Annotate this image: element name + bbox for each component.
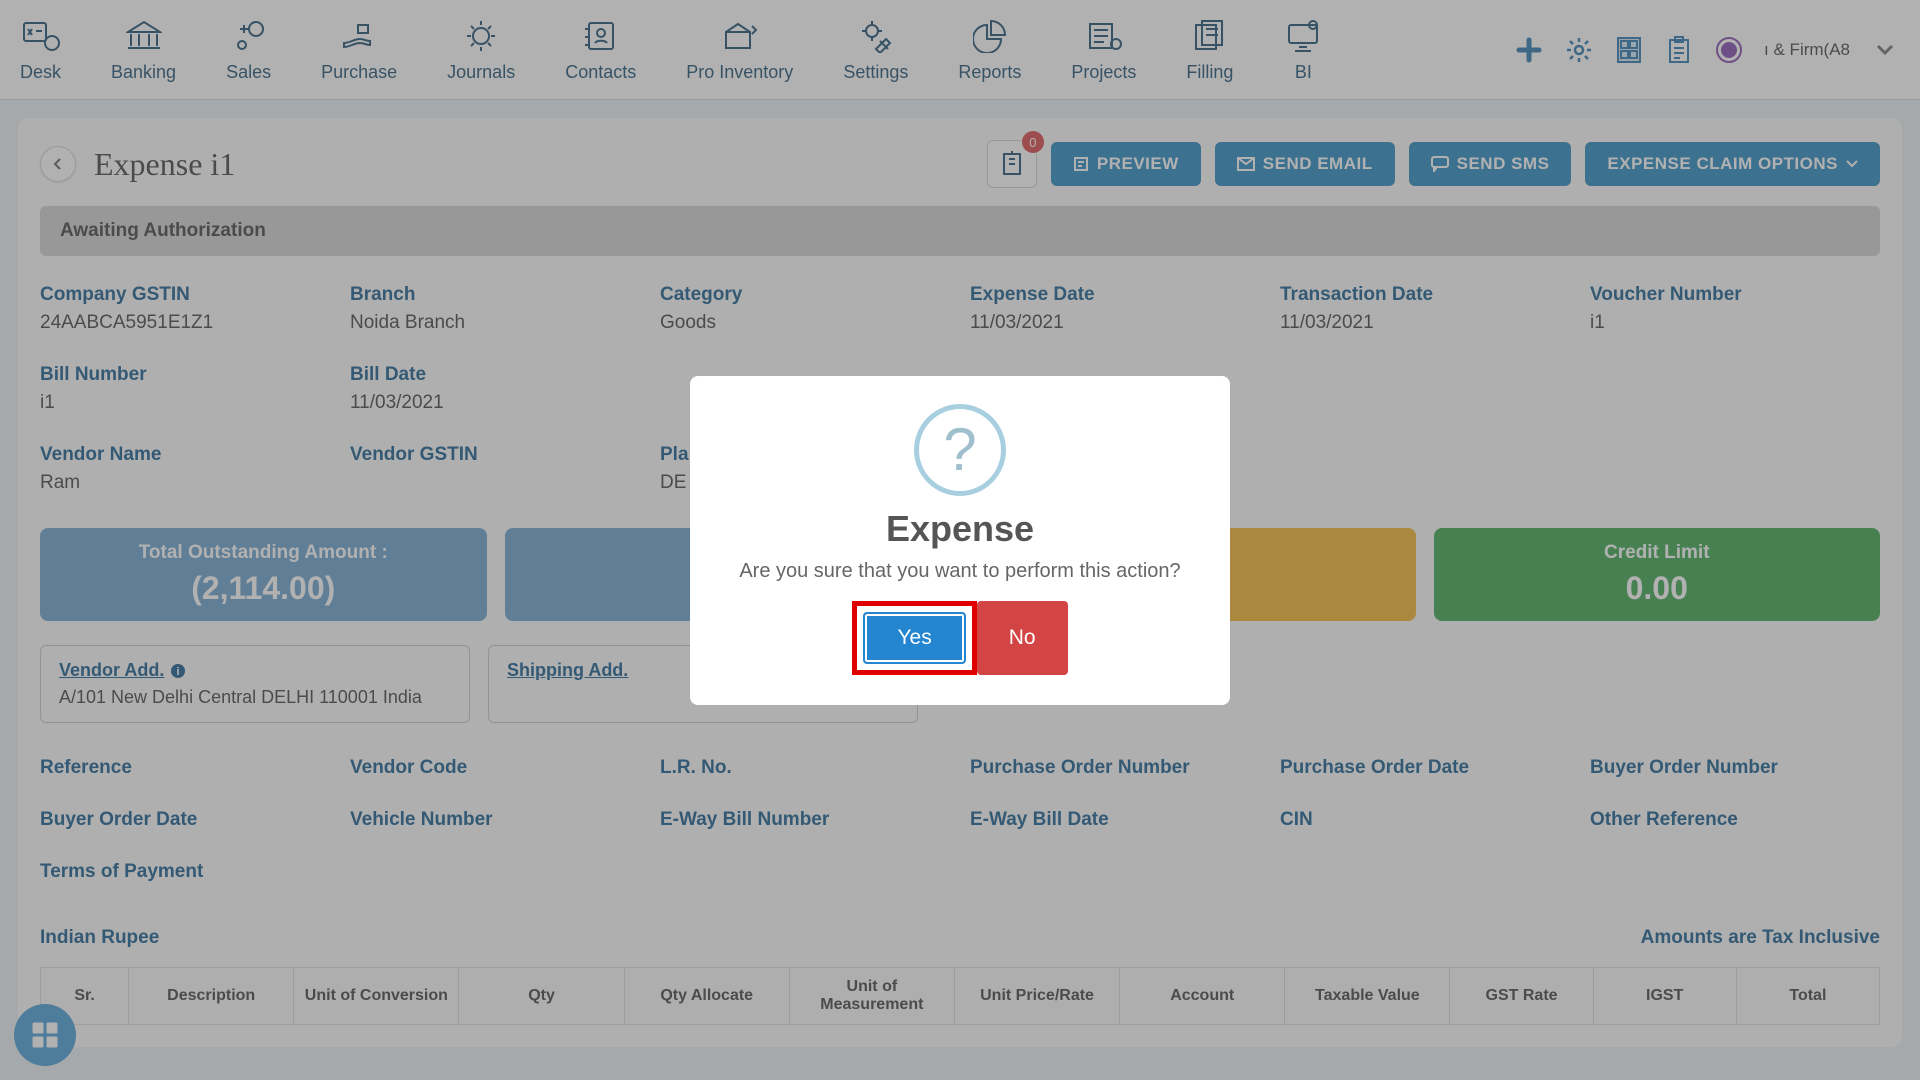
modal-actions: Yes No [852,601,1067,675]
modal-message: Are you sure that you want to perform th… [739,560,1180,583]
modal-title: Expense [886,508,1034,550]
yes-button[interactable]: Yes [863,612,965,664]
confirm-modal: ? Expense Are you sure that you want to … [690,376,1230,705]
no-button[interactable]: No [977,601,1068,675]
yes-highlight: Yes [852,601,976,675]
modal-overlay: ? Expense Are you sure that you want to … [0,0,1920,1080]
question-icon: ? [914,404,1006,496]
